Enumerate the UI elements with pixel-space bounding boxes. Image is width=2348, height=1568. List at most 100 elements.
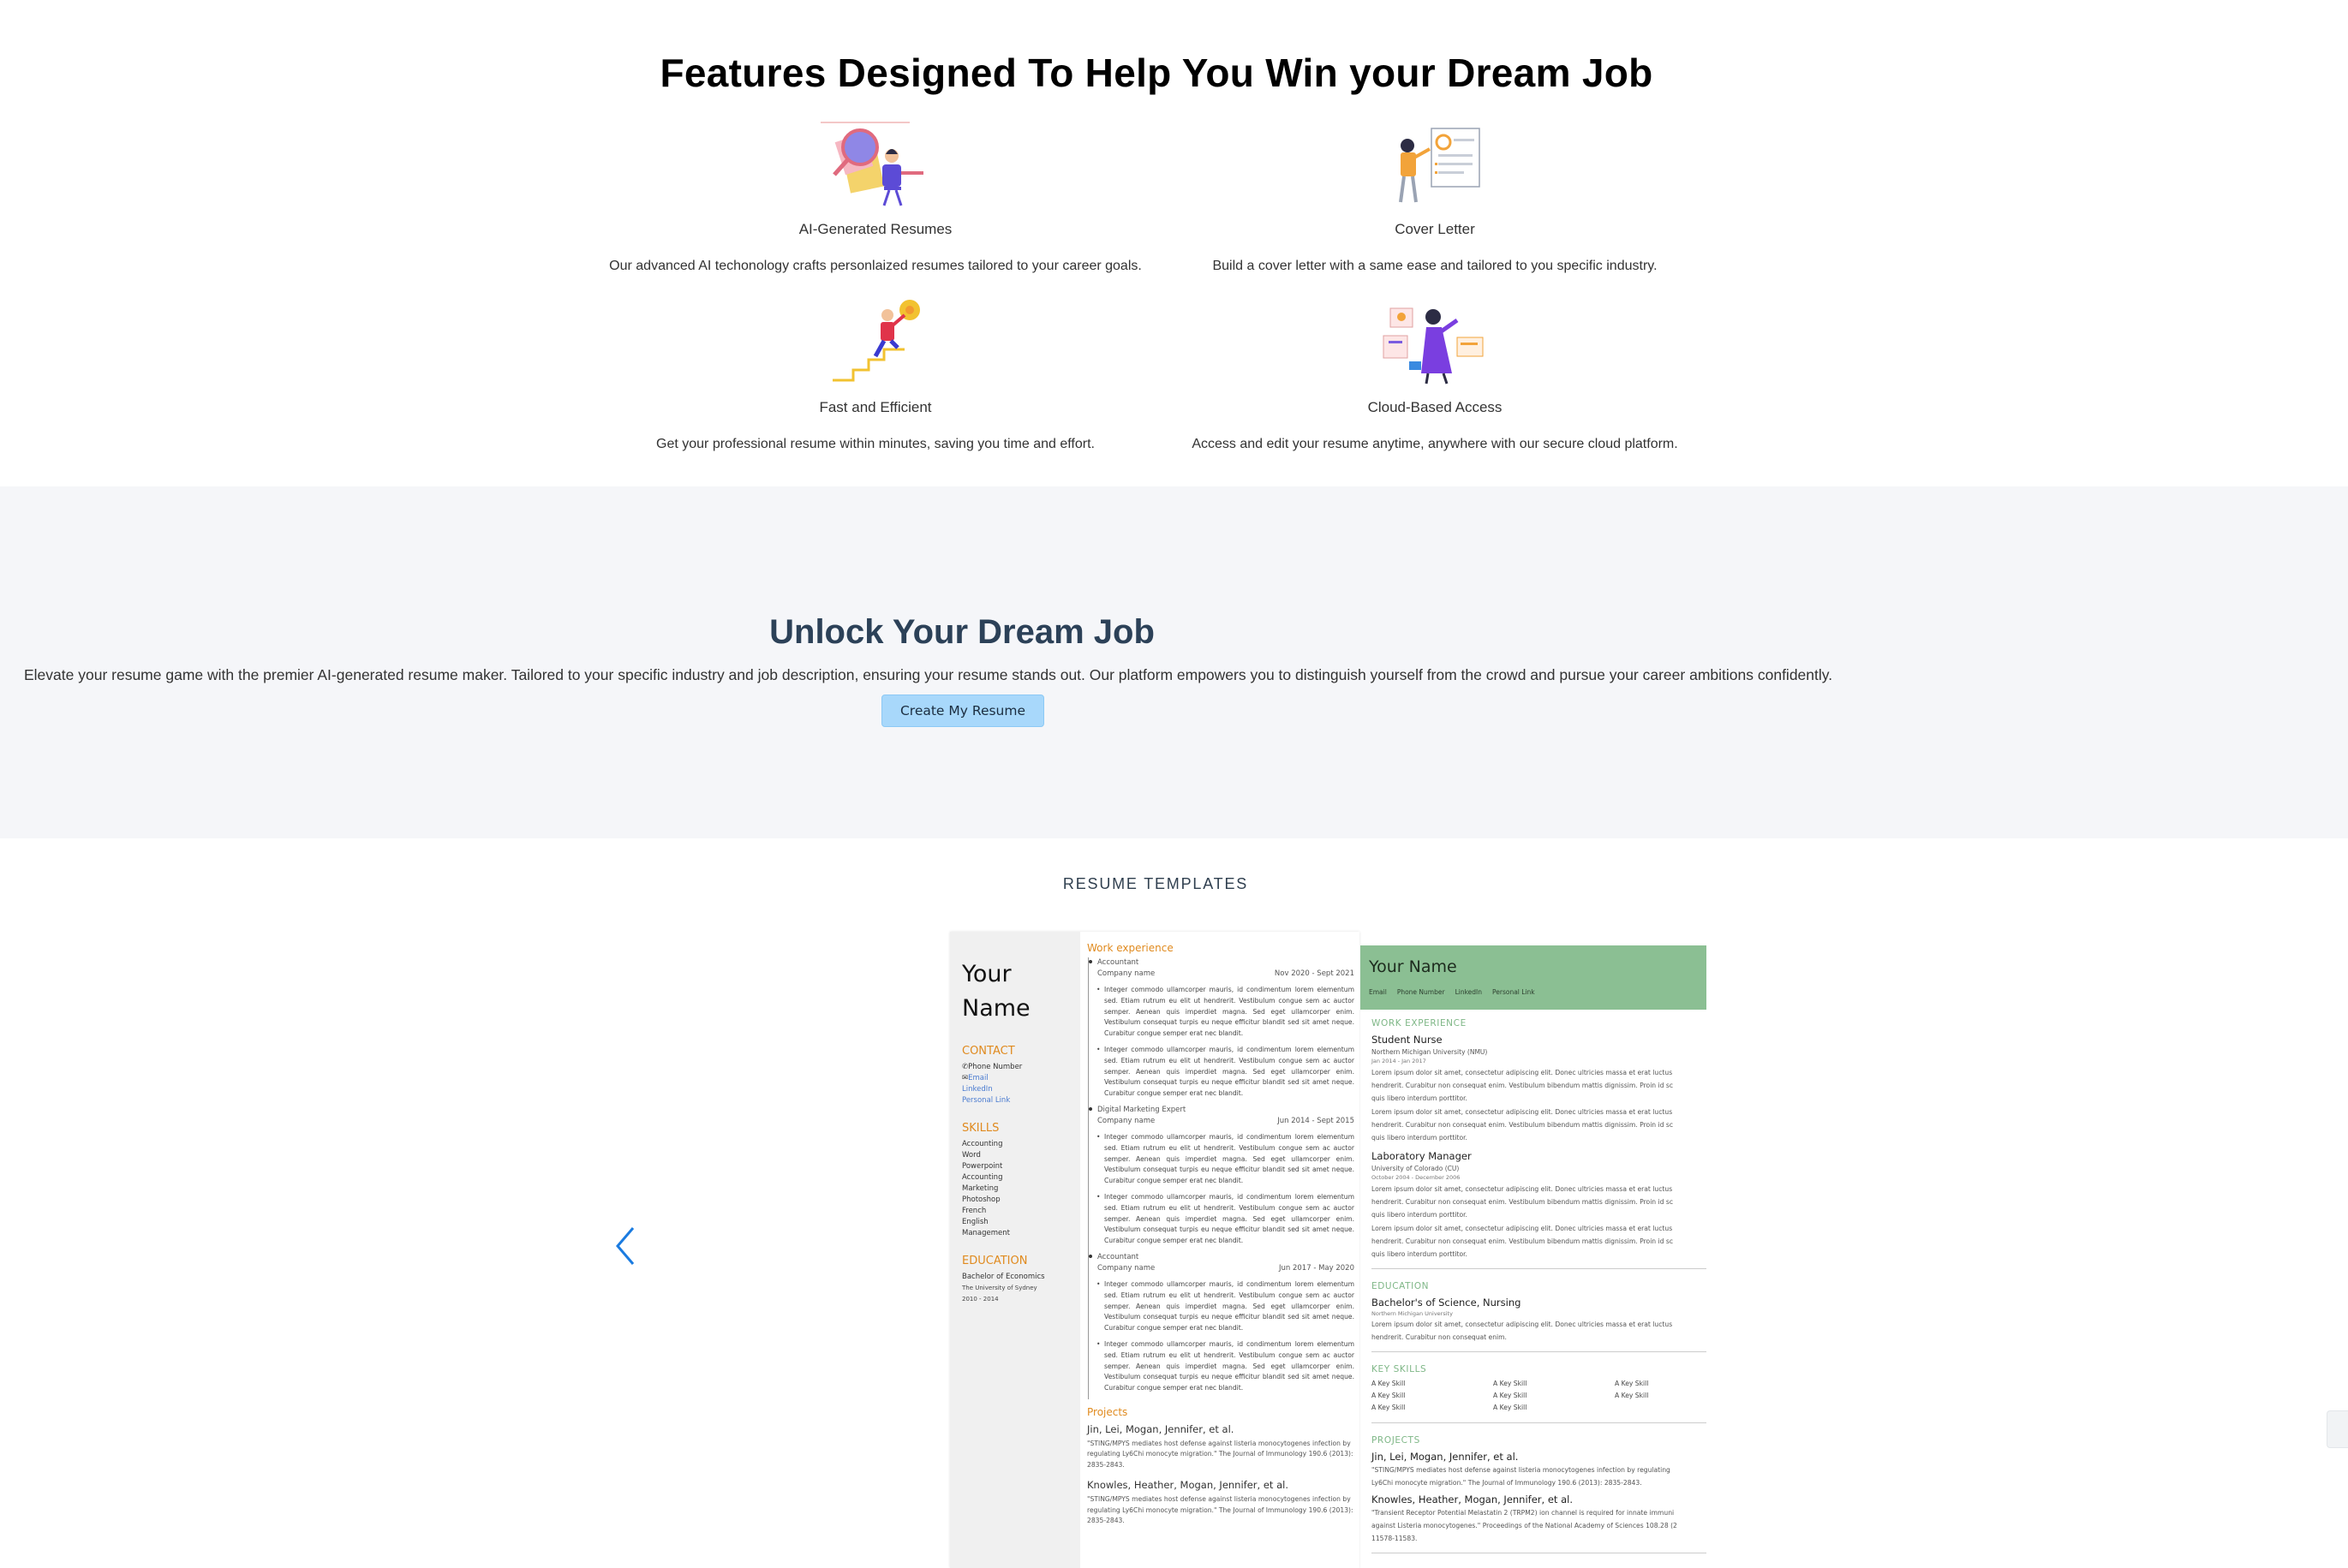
education-text: hendrerit. Curabitur non consequat enim. xyxy=(1371,1333,1507,1341)
job-bullet: Integer commodo ullamcorper mauris, id c… xyxy=(1089,1132,1354,1187)
skill-item: Marketing xyxy=(962,1184,999,1193)
publication-authors: Knowles, Heather, Mogan, Jennifer, et al… xyxy=(1087,1479,1288,1492)
job-bullet: Integer commodo ullamcorper mauris, id c… xyxy=(1089,1279,1354,1334)
contact-heading: CONTACT xyxy=(962,1045,1015,1058)
publication-authors: Jin, Lei, Mogan, Jennifer, et al. xyxy=(1371,1451,1519,1463)
skill-item: French xyxy=(962,1207,987,1215)
skill-item: A Key Skill xyxy=(1493,1404,1527,1411)
link-personal: Personal Link xyxy=(1492,988,1535,996)
job-dates: Jun 2017 - May 2020 xyxy=(1279,1263,1354,1273)
job-bullet-cont: quis libero interdum porttitor. xyxy=(1371,1250,1467,1258)
job-bullet: Lorem ipsum dolor sit amet, consectetur … xyxy=(1371,1107,1706,1118)
publication-text: "STING/MPYS mediates host defense agains… xyxy=(1087,1439,1353,1469)
skill-item: Accounting xyxy=(962,1140,1003,1148)
job-role: Accountant xyxy=(1089,1252,1354,1263)
skill-item: English xyxy=(962,1218,989,1226)
skills-heading: KEY SKILLS xyxy=(1371,1364,1427,1374)
job-dates: Nov 2020 - Sept 2021 xyxy=(1274,969,1354,978)
unlock-section: Unlock Your Dream Job Elevate your resum… xyxy=(0,486,2348,838)
degree: Bachelor of Economics xyxy=(962,1273,1045,1281)
template-contact-links: Email Phone Number LinkedIn Personal Lin… xyxy=(1369,988,1698,996)
template-header: Your Name Email Phone Number LinkedIn Pe… xyxy=(1360,945,1706,1010)
unlock-description: Elevate your resume game with the premie… xyxy=(24,666,1833,683)
chevron-left-icon[interactable] xyxy=(609,1225,643,1267)
template-sidebar: Your Name CONTACT ✆Phone Number ✉Email L… xyxy=(950,932,1080,1568)
section-divider xyxy=(1371,1422,1706,1423)
projects-heading: Projects xyxy=(1087,1405,1128,1418)
link-email: Email xyxy=(1369,988,1387,996)
publication-text: "STING/MPYS mediates host defense agains… xyxy=(1371,1466,1670,1474)
email-text: Email xyxy=(968,1074,989,1082)
section-divider xyxy=(1371,1351,1706,1352)
contact-email: ✉Email xyxy=(962,1073,1068,1084)
job-company: Company name xyxy=(1097,1116,1156,1125)
job-bullet-cont: hendrerit. Curabitur non consequat enim.… xyxy=(1371,1237,1674,1245)
job-entry: Accountant Company name Nov 2020 - Sept 2… xyxy=(1088,957,1354,1105)
feature-name: Cover Letter xyxy=(1395,221,1475,237)
job-bullet-cont: hendrerit. Curabitur non consequat enim.… xyxy=(1371,1082,1674,1089)
job-bullet: Lorem ipsum dolor sit amet, consectetur … xyxy=(1371,1068,1706,1078)
job-company: Company name xyxy=(1097,1263,1156,1273)
publication-text: "Transient Receptor Potential Melastatin… xyxy=(1371,1509,1675,1517)
job-bullet-cont: hendrerit. Curabitur non consequat enim.… xyxy=(1371,1198,1674,1206)
publication-text: 11578-11583. xyxy=(1371,1535,1418,1542)
education-heading: EDUCATION xyxy=(962,1255,1028,1267)
job-title: Laboratory Manager xyxy=(1371,1150,1472,1162)
job-dates: Jun 2014 - Sept 2015 xyxy=(1277,1116,1354,1125)
job-role: Accountant xyxy=(1089,957,1354,969)
templates-section-label: RESUME TEMPLATES xyxy=(1062,875,1249,892)
cover-letter-illustration xyxy=(1375,120,1495,211)
job-org: Northern Michigan University (NMU) xyxy=(1371,1048,1488,1056)
skill-item: A Key Skill xyxy=(1615,1392,1649,1399)
features-section: Features Designed To Help You Win your D… xyxy=(0,0,2348,486)
feature-name: AI-Generated Resumes xyxy=(798,221,953,237)
section-divider xyxy=(1371,1268,1706,1269)
education-years: 2010 - 2014 xyxy=(962,1296,999,1303)
skill-item: Powerpoint xyxy=(962,1162,1003,1171)
job-dates: October 2004 - December 2006 xyxy=(1371,1174,1461,1181)
job-bullet: Integer commodo ullamcorper mauris, id c… xyxy=(1089,1192,1354,1247)
job-org: University of Colorado (CU) xyxy=(1371,1165,1460,1172)
job-company-row: Company name Nov 2020 - Sept 2021 xyxy=(1089,969,1354,980)
publication-authors: Knowles, Heather, Mogan, Jennifer, et al… xyxy=(1371,1493,1573,1505)
work-heading: WORK EXPERIENCE xyxy=(1371,1018,1467,1028)
job-entry: Digital Marketing Expert Company name Jun… xyxy=(1088,1104,1354,1252)
skills-heading: SKILLS xyxy=(962,1122,1000,1135)
publication-text: Ly6Chi monocyte migration." The Journal … xyxy=(1371,1479,1642,1487)
feature-cloud-access: Cloud-Based Access Access and edit your … xyxy=(1109,298,1760,452)
skill-item: A Key Skill xyxy=(1493,1392,1527,1399)
feature-description: Build a cover letter with a same ease an… xyxy=(1212,259,1658,273)
job-bullet: Integer commodo ullamcorper mauris, id c… xyxy=(1089,985,1354,1040)
job-bullet-cont: hendrerit. Curabitur non consequat enim.… xyxy=(1371,1121,1674,1129)
ai-resume-illustration xyxy=(816,120,935,211)
job-bullet: Lorem ipsum dolor sit amet, consectetur … xyxy=(1371,1224,1706,1234)
job-bullet: Integer commodo ullamcorper mauris, id c… xyxy=(1089,1339,1354,1394)
side-scroll-tab[interactable] xyxy=(2327,1410,2348,1448)
link-linkedin: LinkedIn xyxy=(1455,988,1482,996)
contact-phone: ✆Phone Number xyxy=(962,1062,1068,1073)
skill-item: Management xyxy=(962,1229,1010,1237)
fast-efficient-illustration xyxy=(816,298,935,389)
cloud-access-illustration xyxy=(1375,298,1495,389)
link-phone: Phone Number xyxy=(1396,988,1445,996)
work-heading: Work experience xyxy=(1087,942,1174,954)
job-bullet: Integer commodo ullamcorper mauris, id c… xyxy=(1089,1045,1354,1100)
job-bullet-cont: quis libero interdum porttitor. xyxy=(1371,1134,1467,1142)
skill-item: A Key Skill xyxy=(1371,1392,1406,1399)
skill-item: A Key Skill xyxy=(1615,1380,1649,1387)
skills-grid: A Key Skill A Key Skill A Key Skill A Ke… xyxy=(1371,1378,1706,1414)
template-body: WORK EXPERIENCE Student Nurse Northern M… xyxy=(1360,1018,1706,1553)
contact-personal-link: Personal Link xyxy=(962,1096,1011,1105)
template-main: Work experience Accountant Company name N… xyxy=(1087,942,1354,1527)
job-bullet-cont: quis libero interdum porttitor. xyxy=(1371,1211,1467,1219)
create-resume-button[interactable]: Create My Resume xyxy=(881,695,1044,727)
phone-text: Phone Number xyxy=(968,1063,1023,1071)
resume-template-1[interactable]: Your Name CONTACT ✆Phone Number ✉Email L… xyxy=(950,932,1359,1568)
job-company-row: Company name Jun 2017 - May 2020 xyxy=(1089,1263,1354,1274)
template-name: Your Name xyxy=(1369,957,1457,976)
feature-cover-letter: Cover Letter Build a cover letter with a… xyxy=(1109,120,1760,274)
resume-template-2[interactable]: Your Name Email Phone Number LinkedIn Pe… xyxy=(1360,945,1706,1568)
feature-description: Our advanced AI techonology crafts perso… xyxy=(609,259,1142,273)
feature-description: Get your professional resume within minu… xyxy=(656,437,1095,451)
skill-item: A Key Skill xyxy=(1493,1380,1527,1387)
